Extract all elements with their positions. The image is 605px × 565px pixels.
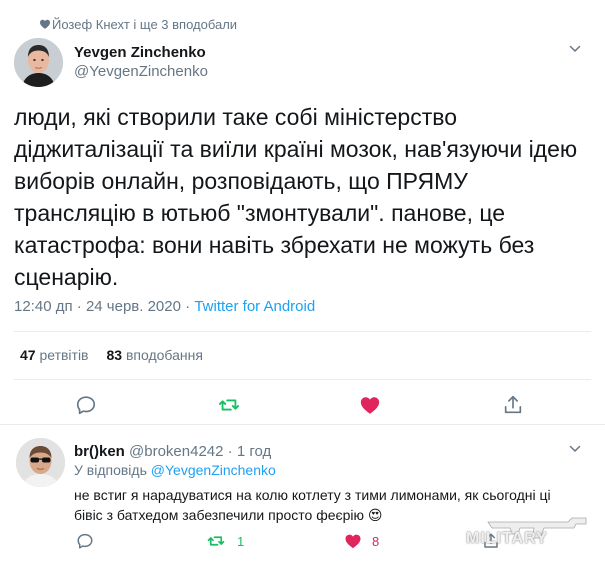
reply-author-handle[interactable]: @broken4242 <box>129 443 223 460</box>
tweet-text-line: катастрофа: вони навіть збрехати не можу… <box>14 232 535 258</box>
reply-text-line: не встиг я нарадуватися на колю котлету … <box>74 487 551 503</box>
author-name[interactable]: Yevgen Zinchenko <box>74 44 206 61</box>
author-handle[interactable]: @YevgenZinchenko <box>74 63 208 80</box>
watermark-text: MILITARY <box>466 530 548 547</box>
likes-label: вподобання <box>125 347 203 363</box>
author-avatar[interactable] <box>14 38 63 87</box>
reply-icon[interactable] <box>75 394 97 416</box>
retweets-label: ретвітів <box>39 347 89 363</box>
reply-author-name[interactable]: br()ken <box>74 443 125 460</box>
tweet-date[interactable]: 24 черв. 2020 <box>86 298 181 315</box>
share-icon[interactable] <box>502 394 524 416</box>
reply-time[interactable]: 1 год <box>237 443 271 460</box>
tweet-text: люди, які створили таке собі міністерств… <box>14 101 594 293</box>
tweet-source-link[interactable]: Twitter for Android <box>194 298 315 315</box>
chevron-down-icon[interactable] <box>568 442 582 456</box>
divider <box>14 379 591 380</box>
replying-to-label: У відповідь <box>74 462 147 478</box>
chevron-down-icon[interactable] <box>568 42 582 56</box>
tweet-text-line: діджиталізації та виїли країні мозок, на… <box>14 136 578 162</box>
reply-separator: · <box>227 443 233 460</box>
reply-icon[interactable] <box>76 532 94 550</box>
reply-retweets-count: 1 <box>237 534 245 549</box>
likes-count: 83 <box>106 347 123 363</box>
meta-separator: · <box>185 298 191 315</box>
reply-author-avatar[interactable] <box>16 438 65 487</box>
likes-stat[interactable]: 83 вподобання <box>107 347 203 363</box>
heart-icon <box>40 19 50 29</box>
heart-filled-icon[interactable] <box>359 394 381 416</box>
social-context: Йозеф Кнехт і ще 3 вподобали <box>40 17 238 32</box>
divider <box>14 331 591 332</box>
retweets-count: 47 <box>20 347 36 363</box>
tweet-text-line: виборів онлайн, розповідають, що ПРЯМУ <box>14 168 468 194</box>
avatar-photo <box>14 38 63 87</box>
retweets-stat[interactable]: 47 ретвітів <box>20 347 89 363</box>
replying-to: У відповідь @YevgenZinchenko <box>74 462 276 478</box>
social-context-text: Йозеф Кнехт і ще 3 вподобали <box>52 17 238 32</box>
reply-likes-count: 8 <box>372 534 380 549</box>
replying-to-handle[interactable]: @YevgenZinchenko <box>151 462 276 478</box>
retweet-icon[interactable] <box>207 532 225 550</box>
tweet-time[interactable]: 12:40 дп <box>14 298 73 315</box>
avatar-photo <box>16 438 65 487</box>
retweet-icon[interactable] <box>218 394 240 416</box>
meta-separator: · <box>76 298 82 315</box>
tweet-meta: 12:40 дп · 24 черв. 2020 · Twitter for A… <box>14 298 315 315</box>
reply-header: br()ken @broken4242 · 1 год <box>74 443 271 460</box>
tweet-stats: 47 ретвітів 83 вподобання <box>20 347 203 363</box>
tweet-text-line: трансляцію в ютьюб "змонтували". панове,… <box>14 200 506 226</box>
heart-filled-icon[interactable] <box>344 532 362 550</box>
tweet-text-line: сценарію. <box>14 264 119 290</box>
tweet-text-line: люди, які створили таке собі міністерств… <box>14 104 457 130</box>
